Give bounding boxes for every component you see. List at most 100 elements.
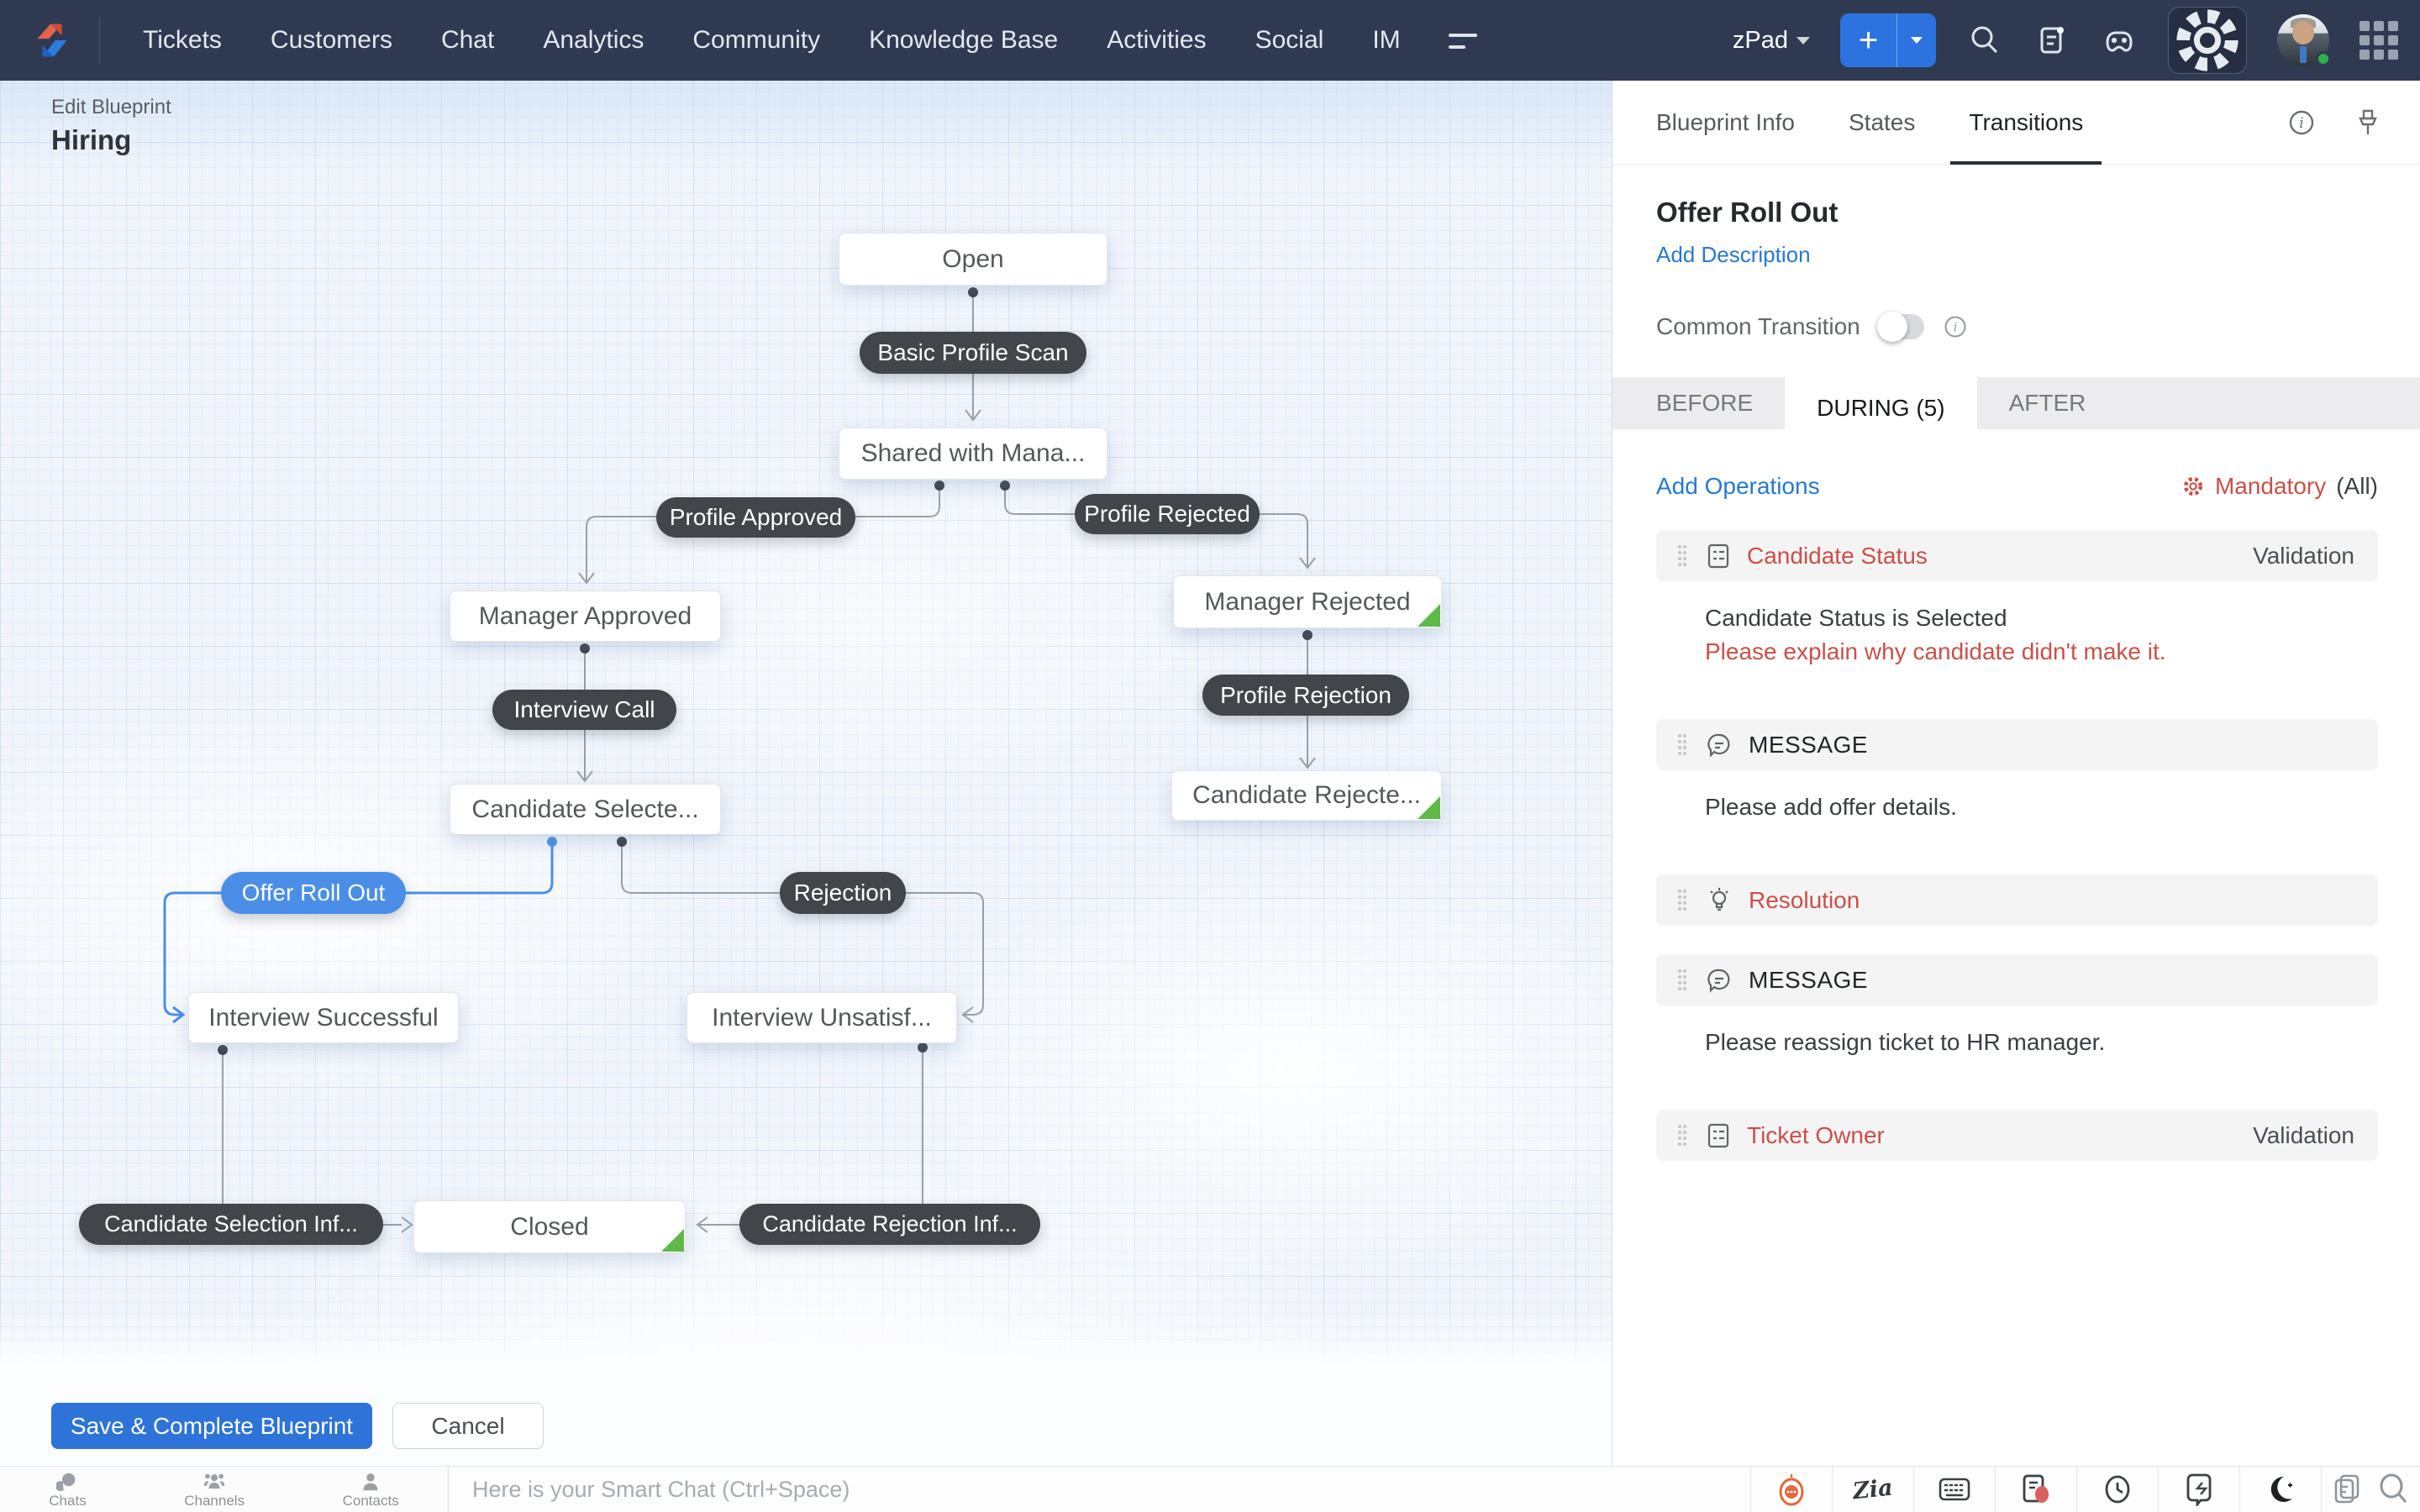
transition-settings-panel: Blueprint Info States Transitions i Offe… [1612,81,2420,1466]
quick-create-dropdown[interactable] [1897,13,1936,67]
nav-item-chat[interactable]: Chat [417,26,518,55]
notes-icon[interactable] [1995,1467,2076,1512]
zoho-desk-logo[interactable] [25,14,79,66]
night-mode-icon[interactable] [2239,1467,2321,1512]
transition-offer-roll-out-selected[interactable]: Offer Roll Out [221,872,406,914]
operation-header[interactable]: Resolution [1656,874,2378,926]
chats-tab[interactable]: Chats [49,1469,87,1509]
drag-handle-icon[interactable] [1676,1123,1688,1148]
state-node-interview-unsatisfactory[interactable]: Interview Unsatisf... [687,992,957,1043]
app-root: Tickets Customers Chat Analytics Communi… [0,0,2420,1512]
top-nav: Tickets Customers Chat Analytics Communi… [0,0,2420,81]
nav-item-im[interactable]: IM [1348,26,1424,55]
settings-gear-icon [2176,9,2238,71]
add-operations-link[interactable]: Add Operations [1656,473,1820,500]
operation-card-message-2: MESSAGE Please reassign ticket to HR man… [1656,954,2378,1081]
breadcrumb: Edit Blueprint [51,96,171,118]
blueprint-canvas[interactable]: Edit Blueprint Hiring Open Shared with M… [0,81,1612,1466]
tab-transitions[interactable]: Transitions [1950,81,2102,165]
info-icon[interactable]: i [1943,314,1968,339]
state-node-manager-approved[interactable]: Manager Approved [450,591,721,642]
transition-candidate-rejection-info[interactable]: Candidate Rejection Inf... [739,1204,1040,1245]
zia-icon[interactable]: Zia [1832,1467,1913,1512]
search-icon[interactable] [1966,22,2003,59]
state-node-interview-successful[interactable]: Interview Successful [188,992,459,1043]
transition-rejection[interactable]: Rejection [780,872,906,914]
drag-handle-icon[interactable] [1676,732,1688,758]
group-icon [203,1473,225,1489]
operation-title: MESSAGE [1749,966,1868,993]
tab-blueprint-info[interactable]: Blueprint Info [1656,81,1795,164]
nav-item-activities[interactable]: Activities [1082,26,1230,55]
stage-tab-during[interactable]: DURING (5) [1785,377,1977,438]
state-node-open[interactable]: Open [839,233,1107,286]
nav-item-tickets[interactable]: Tickets [118,26,246,55]
transition-profile-rejected[interactable]: Profile Rejected [1075,494,1260,534]
nav-item-social[interactable]: Social [1231,26,1349,55]
copy-icon[interactable] [2333,1473,2361,1505]
transition-interview-call[interactable]: Interview Call [492,690,676,730]
pin-icon[interactable] [2354,108,2381,138]
clock-icon[interactable] [2076,1467,2158,1512]
cancel-button[interactable]: Cancel [392,1403,544,1449]
state-node-closed[interactable]: Closed [413,1200,686,1253]
nav-overflow-icon[interactable] [1447,24,1481,57]
operation-card-ticket-owner: Ticket Owner Validation [1656,1110,2378,1161]
operation-title: Resolution [1749,886,1860,913]
search-icon[interactable] [2376,1472,2410,1507]
feeds-icon[interactable] [2033,22,2070,59]
nav-item-analytics[interactable]: Analytics [518,26,668,55]
panel-tab-icons: i [2287,108,2381,138]
operation-body: Please reassign ticket to HR manager. [1656,1005,2378,1081]
keyboard-icon[interactable] [1913,1467,1995,1512]
plus-icon[interactable]: + [1840,13,1897,67]
operation-header[interactable]: Candidate Status Validation [1656,530,2378,581]
drag-handle-icon[interactable] [1676,968,1688,993]
operations-list: Candidate Status Validation Candidate St… [1656,530,2378,1161]
mandatory-control[interactable]: Mandatory (All) [2181,473,2378,500]
operation-header[interactable]: Ticket Owner Validation [1656,1110,2378,1161]
operation-header[interactable]: MESSAGE [1656,719,2378,770]
user-avatar[interactable] [2277,14,2331,66]
drag-handle-icon[interactable] [1676,543,1688,569]
state-node-manager-rejected[interactable]: Manager Rejected [1173,575,1442,628]
quick-create-button[interactable]: + [1840,13,1936,67]
state-node-candidate-selected[interactable]: Candidate Selecte... [450,784,721,835]
state-node-shared-with-manager[interactable]: Shared with Mana... [839,428,1107,480]
add-description-link[interactable]: Add Description [1656,242,1811,268]
nav-item-customers[interactable]: Customers [246,26,417,55]
channels-tab[interactable]: Channels [184,1469,245,1509]
info-icon[interactable]: i [2287,108,2316,137]
lightbulb-icon [1707,886,1732,915]
save-complete-blueprint-button[interactable]: Save & Complete Blueprint [51,1403,372,1449]
panel-tabs: Blueprint Info States Transitions i [1612,81,2420,165]
apps-grid-icon[interactable] [2360,21,2398,60]
operation-body: Please add offer details. [1656,770,2378,846]
stage-tab-before[interactable]: BEFORE [1612,377,1785,429]
bot-icon[interactable] [1750,1467,1832,1512]
portal-switcher[interactable]: zPad [1733,27,1810,55]
contacts-tab[interactable]: Contacts [343,1469,399,1509]
transition-basic-profile-scan[interactable]: Basic Profile Scan [860,332,1086,374]
operation-title: Ticket Owner [1747,1121,1885,1148]
nav-item-knowledge-base[interactable]: Knowledge Base [844,26,1082,55]
settings-button[interactable] [2168,7,2247,74]
tab-states[interactable]: States [1849,81,1915,164]
transition-profile-approved[interactable]: Profile Approved [656,497,855,538]
drag-handle-icon[interactable] [1676,888,1688,913]
operation-card-resolution: Resolution [1656,874,2378,926]
smart-chat-input[interactable]: Here is your Smart Chat (Ctrl+Space) [449,1467,1750,1512]
common-transition-toggle[interactable] [1876,312,1924,342]
stage-tab-after[interactable]: AFTER [1977,377,2118,429]
state-node-candidate-rejected[interactable]: Candidate Rejecte... [1171,770,1442,821]
nav-item-community[interactable]: Community [668,26,844,55]
games-icon[interactable] [2101,22,2138,59]
operation-error-message: Please explain why candidate didn't make… [1705,638,2166,664]
chat-bubble-icon [56,1473,76,1492]
transition-candidate-selection-info[interactable]: Candidate Selection Inf... [79,1204,383,1245]
operation-type-badge: Validation [2253,542,2354,569]
operation-header[interactable]: MESSAGE [1656,954,2378,1005]
recent-icon[interactable] [2158,1467,2239,1512]
operation-title: Candidate Status [1747,542,1928,569]
transition-profile-rejection[interactable]: Profile Rejection [1202,675,1409,716]
